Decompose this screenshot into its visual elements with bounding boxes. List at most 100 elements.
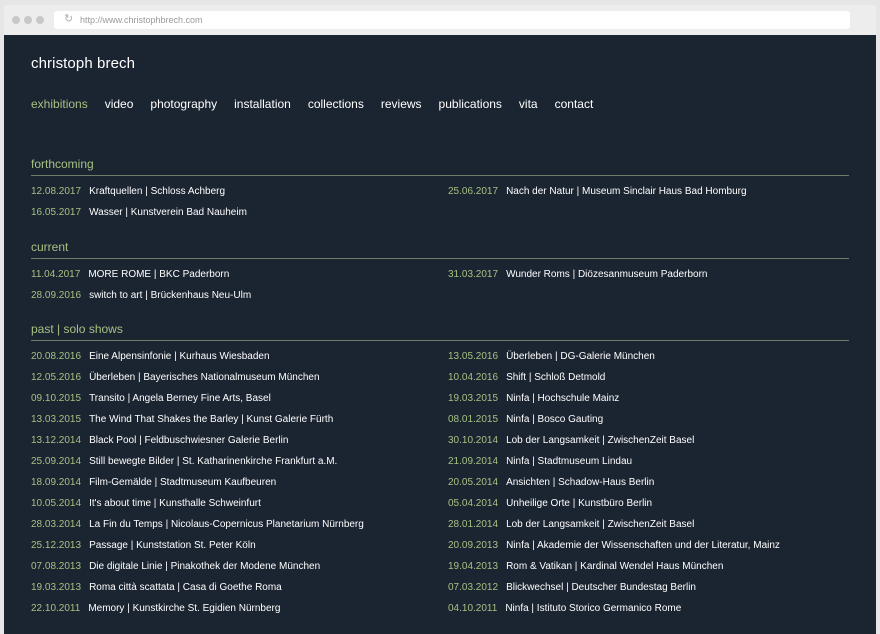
exhibition-entry[interactable]: 10.05.2014 It's about time | Kunsthalle S…	[31, 498, 261, 510]
exhibition-entry[interactable]: 20.05.2014 Ansichten | Schadow-Haus Berli…	[448, 477, 654, 489]
exhibition-title-link[interactable]: Shift | Schloß Detmold	[506, 372, 605, 383]
exhibition-entry[interactable]: 04.10.2011 Ninfa | Istituto Storico Germa…	[448, 603, 681, 615]
exhibition-entry[interactable]: 28.03.2014 La Fin du Temps | Nicolaus-Cop…	[31, 519, 364, 531]
exhibition-title-link[interactable]: MORE ROME | BKC Paderborn	[88, 269, 229, 280]
exhibition-title-link[interactable]: Lob der Langsamkeit | ZwischenZeit Basel	[506, 519, 694, 530]
window-maximize-dot-icon[interactable]	[36, 16, 44, 24]
exhibition-title-link[interactable]: La Fin du Temps | Nicolaus-Copernicus Pl…	[89, 519, 364, 530]
exhibition-entry[interactable]: 19.04.2013 Rom & Vatikan | Kardinal Wende…	[448, 561, 723, 573]
exhibition-date: 13.03.2015	[31, 414, 82, 425]
exhibition-title-link[interactable]: Wasser | Kunstverein Bad Nauheim	[89, 207, 247, 218]
nav-item-video[interactable]: video	[105, 97, 134, 111]
exhibition-entry[interactable]: 07.08.2013 Die digitale Linie | Pinakothe…	[31, 561, 320, 573]
address-bar[interactable]: ↻ http://www.christophbrech.com	[54, 11, 850, 29]
exhibition-entry[interactable]: 25.06.2017 Nach der Natur | Museum Sincla…	[448, 186, 747, 198]
exhibition-title-link[interactable]: Film-Gemälde | Stadtmuseum Kaufbeuren	[89, 477, 276, 488]
exhibition-date: 19.03.2013	[31, 582, 82, 593]
exhibition-title-link[interactable]: It's about time | Kunsthalle Schweinfurt	[89, 498, 261, 509]
exhibition-date: 04.10.2011	[448, 603, 498, 614]
exhibition-title-link[interactable]: Ninfa | Hochschule Mainz	[506, 393, 619, 404]
nav-item-reviews[interactable]: reviews	[381, 97, 422, 111]
exhibition-entry[interactable]: 16.05.2017 Wasser | Kunstverein Bad Nauhe…	[31, 207, 247, 219]
exhibition-title-link[interactable]: Still bewegte Bilder | St. Katharinenkir…	[89, 456, 337, 467]
exhibition-entry[interactable]: 19.03.2013 Roma città scattata | Casa di …	[31, 582, 282, 594]
exhibition-title-link[interactable]: Passage | Kunststation St. Peter Köln	[89, 540, 256, 551]
exhibition-title-link[interactable]: Eine Alpensinfonie | Kurhaus Wiesbaden	[89, 351, 270, 362]
exhibition-title-link[interactable]: Die digitale Linie | Pinakothek der Mode…	[89, 561, 320, 572]
exhibition-entry[interactable]: 12.08.2017 Kraftquellen | Schloss Achberg	[31, 186, 225, 198]
exhibition-date: 25.09.2014	[31, 456, 82, 467]
exhibition-date: 20.05.2014	[448, 477, 499, 488]
exhibition-date: 19.04.2013	[448, 561, 499, 572]
exhibition-entry[interactable]: 30.10.2014 Lob der Langsamkeit | Zwischen…	[448, 435, 694, 447]
exhibition-entry[interactable]: 13.05.2016 Überleben | DG-Galerie München	[448, 351, 655, 363]
exhibition-title-link[interactable]: Überleben | Bayerisches Nationalmuseum M…	[89, 372, 320, 383]
exhibition-title-link[interactable]: Kraftquellen | Schloss Achberg	[89, 186, 225, 197]
exhibition-title-link[interactable]: Memory | Kunstkirche St. Egidien Nürnber…	[88, 603, 280, 614]
nav-item-vita[interactable]: vita	[519, 97, 538, 111]
exhibition-title-link[interactable]: Ansichten | Schadow-Haus Berlin	[506, 477, 654, 488]
exhibition-entry[interactable]: 10.04.2016 Shift | Schloß Detmold	[448, 372, 605, 384]
address-url[interactable]: http://www.christophbrech.com	[80, 14, 203, 26]
exhibition-entry[interactable]: 21.09.2014 Ninfa | Stadtmuseum Lindau	[448, 456, 632, 468]
exhibition-entry[interactable]: 31.03.2017 Wunder Roms | Diözesanmuseum P…	[448, 269, 707, 281]
exhibition-entry[interactable]: 28.09.2016 switch to art | Brückenhaus Ne…	[31, 290, 251, 302]
nav-item-collections[interactable]: collections	[308, 97, 364, 111]
exhibition-title-link[interactable]: Roma città scattata | Casa di Goethe Rom…	[89, 582, 282, 593]
exhibition-title-link[interactable]: Überleben | DG-Galerie München	[506, 351, 655, 362]
exhibition-entry[interactable]: 13.12.2014 Black Pool | Feldbuschwiesner …	[31, 435, 288, 447]
nav-item-exhibitions[interactable]: exhibitions	[31, 97, 88, 111]
exhibition-entry[interactable]: 12.05.2016 Überleben | Bayerisches Nation…	[31, 372, 320, 384]
browser-window: ↻ http://www.christophbrech.com christop…	[0, 0, 880, 634]
exhibition-title-link[interactable]: Ninfa | Istituto Storico Germanico Rome	[505, 603, 681, 614]
exhibition-title-link[interactable]: Unheilige Orte | Kunstbüro Berlin	[506, 498, 652, 509]
exhibition-date: 22.10.2011	[31, 603, 81, 614]
exhibition-entry[interactable]: 22.10.2011 Memory | Kunstkirche St. Egidi…	[31, 603, 280, 615]
exhibition-entry[interactable]: 07.03.2012 Blickwechsel | Deutscher Bunde…	[448, 582, 696, 594]
exhibition-title-link[interactable]: The Wind That Shakes the Barley | Kunst …	[89, 414, 333, 425]
exhibition-entry[interactable]: 20.09.2013 Ninfa | Akademie der Wissensch…	[448, 540, 780, 552]
exhibition-date: 10.05.2014	[31, 498, 82, 509]
exhibition-date: 31.03.2017	[448, 269, 499, 280]
window-close-dot-icon[interactable]	[12, 16, 20, 24]
exhibition-date: 09.10.2015	[31, 393, 82, 404]
exhibition-title-link[interactable]: Nach der Natur | Museum Sinclair Haus Ba…	[506, 186, 746, 197]
exhibition-entry[interactable]: 18.09.2014 Film-Gemälde | Stadtmuseum Kau…	[31, 477, 276, 489]
exhibition-entry[interactable]: 13.03.2015 The Wind That Shakes the Barle…	[31, 414, 333, 426]
exhibition-date: 20.09.2013	[448, 540, 499, 551]
section-heading: past | solo shows	[31, 322, 849, 341]
exhibition-date: 10.04.2016	[448, 372, 499, 383]
exhibition-title-link[interactable]: Black Pool | Feldbuschwiesner Galerie Be…	[89, 435, 288, 446]
exhibition-title-link[interactable]: Blickwechsel | Deutscher Bundestag Berli…	[506, 582, 696, 593]
exhibition-title-link[interactable]: Ninfa | Stadtmuseum Lindau	[506, 456, 632, 467]
exhibition-entry[interactable]: 09.10.2015 Transito | Angela Berney Fine …	[31, 393, 271, 405]
site-title[interactable]: christoph brech	[31, 55, 135, 72]
nav-item-contact[interactable]: contact	[555, 97, 594, 111]
exhibition-title-link[interactable]: Lob der Langsamkeit | ZwischenZeit Basel	[506, 435, 694, 446]
exhibition-date: 12.05.2016	[31, 372, 82, 383]
exhibition-title-link[interactable]: Rom & Vatikan | Kardinal Wendel Haus Mün…	[506, 561, 723, 572]
exhibition-entry[interactable]: 25.09.2014 Still bewegte Bilder | St. Kat…	[31, 456, 337, 468]
exhibition-entry[interactable]: 11.04.2017 MORE ROME | BKC Paderborn	[31, 269, 229, 281]
exhibition-date: 21.09.2014	[448, 456, 499, 467]
nav-item-photography[interactable]: photography	[150, 97, 217, 111]
exhibition-entry[interactable]: 05.04.2014 Unheilige Orte | Kunstbüro Ber…	[448, 498, 652, 510]
exhibition-title-link[interactable]: switch to art | Brückenhaus Neu-Ulm	[89, 290, 251, 301]
nav-item-publications[interactable]: publications	[439, 97, 502, 111]
exhibition-date: 07.03.2012	[448, 582, 499, 593]
exhibition-title-link[interactable]: Ninfa | Bosco Gauting	[506, 414, 603, 425]
exhibition-entry[interactable]: 08.01.2015 Ninfa | Bosco Gauting	[448, 414, 603, 426]
window-minimize-dot-icon[interactable]	[24, 16, 32, 24]
exhibition-entry[interactable]: 25.12.2013 Passage | Kunststation St. Pet…	[31, 540, 256, 552]
exhibition-date: 18.09.2014	[31, 477, 82, 488]
reload-icon[interactable]: ↻	[64, 14, 75, 25]
exhibition-entry[interactable]: 20.08.2016 Eine Alpensinfonie | Kurhaus W…	[31, 351, 270, 363]
nav-item-installation[interactable]: installation	[234, 97, 291, 111]
exhibition-entry[interactable]: 28.01.2014 Lob der Langsamkeit | Zwischen…	[448, 519, 694, 531]
exhibition-title-link[interactable]: Transito | Angela Berney Fine Arts, Base…	[89, 393, 271, 404]
main-nav: exhibitions video photography installation c…	[31, 97, 610, 111]
exhibition-entry[interactable]: 19.03.2015 Ninfa | Hochschule Mainz	[448, 393, 619, 405]
exhibition-date: 28.09.2016	[31, 290, 82, 301]
exhibition-title-link[interactable]: Ninfa | Akademie der Wissenschaften und …	[506, 540, 780, 551]
exhibition-title-link[interactable]: Wunder Roms | Diözesanmuseum Paderborn	[506, 269, 707, 280]
